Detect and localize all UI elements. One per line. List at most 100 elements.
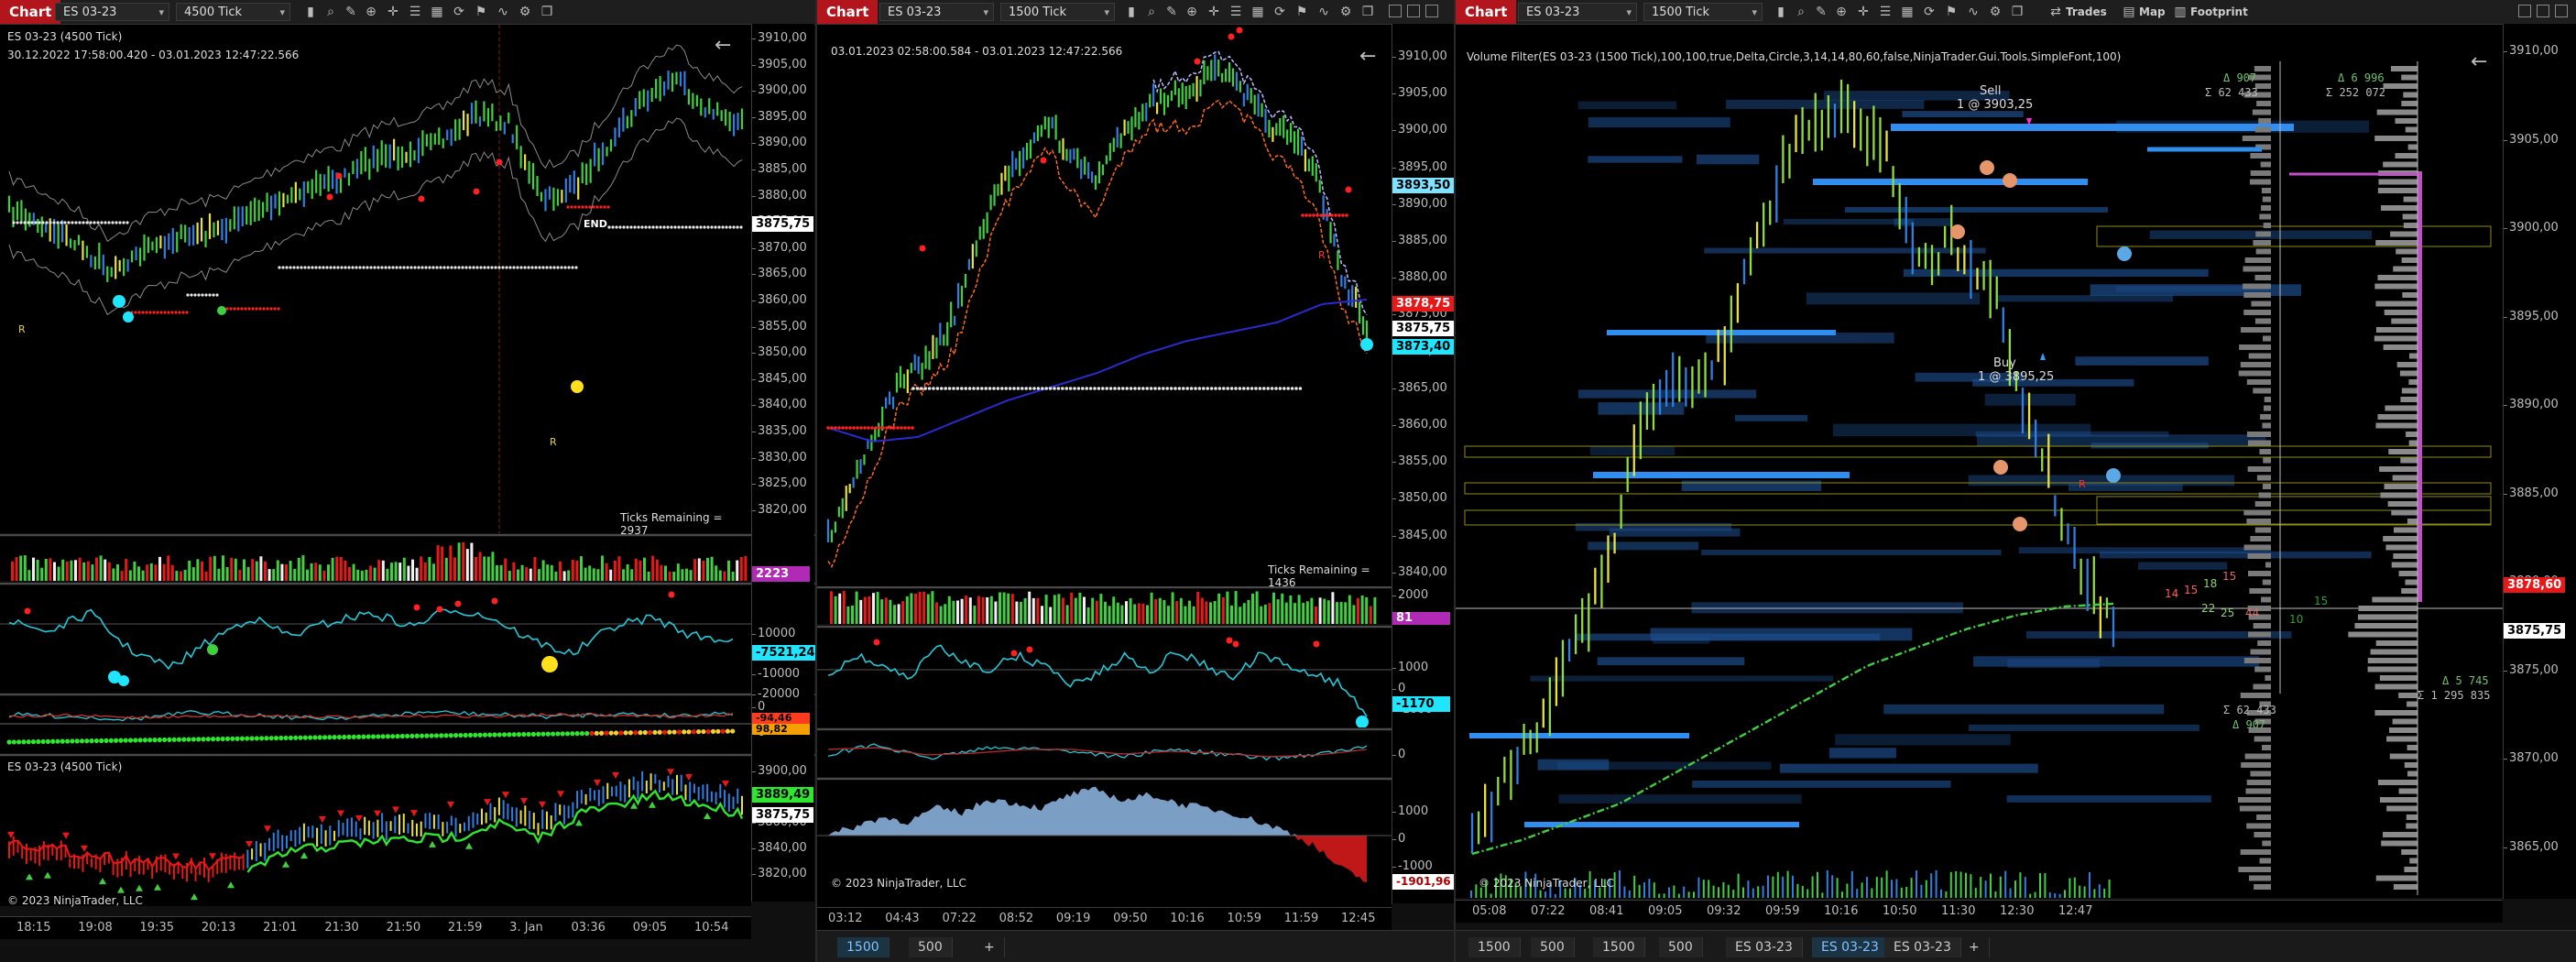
main-price-panel[interactable]: 03.01.2023 02:58:00.584 - 03.01.2023 12:… <box>817 25 1392 589</box>
oscillator-panel[interactable] <box>817 629 1392 727</box>
level-dot <box>721 225 725 229</box>
pencil-icon[interactable]: ✎ <box>343 4 359 20</box>
close-icon[interactable] <box>1425 5 1438 17</box>
tab-es-03-23[interactable]: ES 03-23 <box>1726 937 1803 957</box>
crosshair-icon[interactable]: ✛ <box>1206 4 1222 20</box>
list-icon[interactable]: ☰ <box>1877 4 1894 20</box>
properties-icon[interactable]: ⚙ <box>1987 4 2003 20</box>
sub-price-panel[interactable]: ES 03-23 (4500 Tick) © 2023 NinjaTrader,… <box>0 757 751 907</box>
crosshair-icon[interactable]: ✛ <box>1855 4 1872 20</box>
tab-500[interactable]: 500 <box>909 937 953 957</box>
volume-bar <box>209 556 213 581</box>
templates-icon[interactable]: ❐ <box>539 4 555 20</box>
link-icon[interactable]: ⟳ <box>1921 4 1937 20</box>
volume-panel[interactable] <box>817 589 1392 624</box>
bars-icon[interactable]: ▮ <box>302 4 319 20</box>
maximize-icon[interactable] <box>1407 5 1420 17</box>
magnifier-icon[interactable]: ⌕ <box>1793 4 1809 20</box>
strategy-icon[interactable]: ⚑ <box>1293 4 1310 20</box>
tab-500[interactable]: 500 <box>1659 937 1703 957</box>
trades-icon[interactable]: ⇄ <box>2047 4 2064 20</box>
sell-triangle <box>355 814 363 822</box>
add-tab-button[interactable]: + <box>975 937 1005 957</box>
bars-icon[interactable]: ▮ <box>1123 4 1140 20</box>
histogram-panel[interactable]: © 2023 NinjaTrader, LLC <box>817 781 1392 907</box>
close-icon[interactable] <box>2555 5 2568 17</box>
main-price-panel[interactable]: ES 03-23 (4500 Tick) 30.12.2022 17:58:00… <box>0 25 751 537</box>
instrument-selector[interactable]: ES 03-23 <box>879 3 994 22</box>
footprint-chart-panel[interactable]: Volume Filter(ES 03-23 (1500 Tick),100,1… <box>1456 25 2503 898</box>
trades-button[interactable]: Trades <box>2066 4 2107 20</box>
tab-1500[interactable]: 1500 <box>837 937 890 957</box>
tab-500[interactable]: 500 <box>1531 937 1575 957</box>
footprint-button[interactable]: Footprint <box>2190 4 2248 20</box>
strategy-icon[interactable]: ⚑ <box>473 4 489 20</box>
templates-icon[interactable]: ❐ <box>2009 4 2025 20</box>
tab-1500[interactable]: 1500 <box>1468 937 1521 957</box>
volume-bar <box>672 571 676 581</box>
trend-dot <box>147 738 153 743</box>
map-button[interactable]: Map <box>2139 4 2166 20</box>
interval-selector[interactable]: 1500 Tick <box>1643 3 1763 22</box>
chart-menu-button[interactable]: Chart <box>1456 0 1517 24</box>
chart-menu-button[interactable]: Chart <box>817 0 879 24</box>
zoom-icon[interactable]: ⊕ <box>1833 4 1850 20</box>
price-axis[interactable]: 3910,00 3905,00 3900,00 3895,00 3890,00 3885,… <box>2503 24 2576 899</box>
indicators-icon[interactable]: ∿ <box>1315 4 1332 20</box>
price-axis[interactable]: 3910,00 3905,00 3900,00 3895,00 3890,00 3885,… <box>751 24 815 902</box>
interval-selector[interactable]: 1500 Tick <box>1000 3 1115 22</box>
trend-dot <box>429 733 434 738</box>
magnifier-icon[interactable]: ⌕ <box>1143 4 1160 20</box>
minimize-icon[interactable] <box>1389 5 1402 17</box>
add-tab-button[interactable]: + <box>1959 937 1990 957</box>
instrument-selector[interactable]: ES 03-23 <box>1518 3 1637 22</box>
indicators-icon[interactable]: ∿ <box>1965 4 1981 20</box>
list-icon[interactable]: ☰ <box>407 4 423 20</box>
maximize-icon[interactable] <box>2537 5 2549 17</box>
profile-bar <box>2357 614 2418 620</box>
volume-bar <box>2098 884 2101 898</box>
oscillator2-panel[interactable] <box>817 731 1392 777</box>
indicators-icon[interactable]: ∿ <box>495 4 511 20</box>
tab-es-03-23[interactable]: ES 03-23 <box>1812 937 1889 957</box>
profile-bar <box>2250 170 2271 176</box>
sell-triangle <box>410 810 418 817</box>
link-icon[interactable]: ⟳ <box>451 4 467 20</box>
pencil-icon[interactable]: ✎ <box>1163 4 1180 20</box>
zoom-icon[interactable]: ⊕ <box>363 4 379 20</box>
grid-icon[interactable]: ▦ <box>1899 4 1916 20</box>
tab-es-03-23[interactable]: ES 03-23 <box>1884 937 1961 957</box>
grid-icon[interactable]: ▦ <box>1250 4 1266 20</box>
profile-bar <box>2238 370 2271 377</box>
crosshair-icon[interactable]: ✛ <box>385 4 401 20</box>
pencil-icon[interactable]: ✎ <box>1813 4 1829 20</box>
tab-1500[interactable]: 1500 <box>1593 937 1645 957</box>
minimize-icon[interactable] <box>2518 5 2531 17</box>
list-icon[interactable]: ☰ <box>1228 4 1244 20</box>
grid-icon[interactable]: ▦ <box>429 4 445 20</box>
properties-icon[interactable]: ⚙ <box>1337 4 1354 20</box>
profile-bar <box>2238 867 2271 872</box>
trend-dot <box>667 729 672 735</box>
price-axis[interactable]: 3910,00 3905,00 3900,00 3895,00 3890,00 3885,… <box>1392 24 1454 903</box>
last-price-flag: 3875,75 <box>1392 321 1454 336</box>
volume-panel[interactable] <box>0 537 751 581</box>
templates-icon[interactable]: ❐ <box>1359 4 1376 20</box>
signal-circle <box>217 306 226 315</box>
zoom-icon[interactable]: ⊕ <box>1184 4 1200 20</box>
interval-selector[interactable]: 4500 Tick <box>176 3 290 22</box>
strategy-icon[interactable]: ⚑ <box>1943 4 1959 20</box>
oscillator2-panel[interactable] <box>0 696 751 753</box>
profile-bar <box>2243 310 2271 315</box>
footprint-icon[interactable]: ▥ <box>2172 4 2189 20</box>
chart-menu-button[interactable]: Chart <box>0 0 61 24</box>
link-icon[interactable]: ⟳ <box>1272 4 1288 20</box>
map-icon[interactable]: ▤ <box>2121 4 2137 20</box>
price-tick-label: 3895,00 <box>1392 159 1447 174</box>
magnifier-icon[interactable]: ⌕ <box>322 4 339 20</box>
volume-bar <box>1875 877 1878 898</box>
instrument-selector[interactable]: ES 03-23 <box>55 3 169 22</box>
oscillator-panel[interactable] <box>0 585 751 693</box>
properties-icon[interactable]: ⚙ <box>517 4 533 20</box>
bars-icon[interactable]: ▮ <box>1773 4 1789 20</box>
